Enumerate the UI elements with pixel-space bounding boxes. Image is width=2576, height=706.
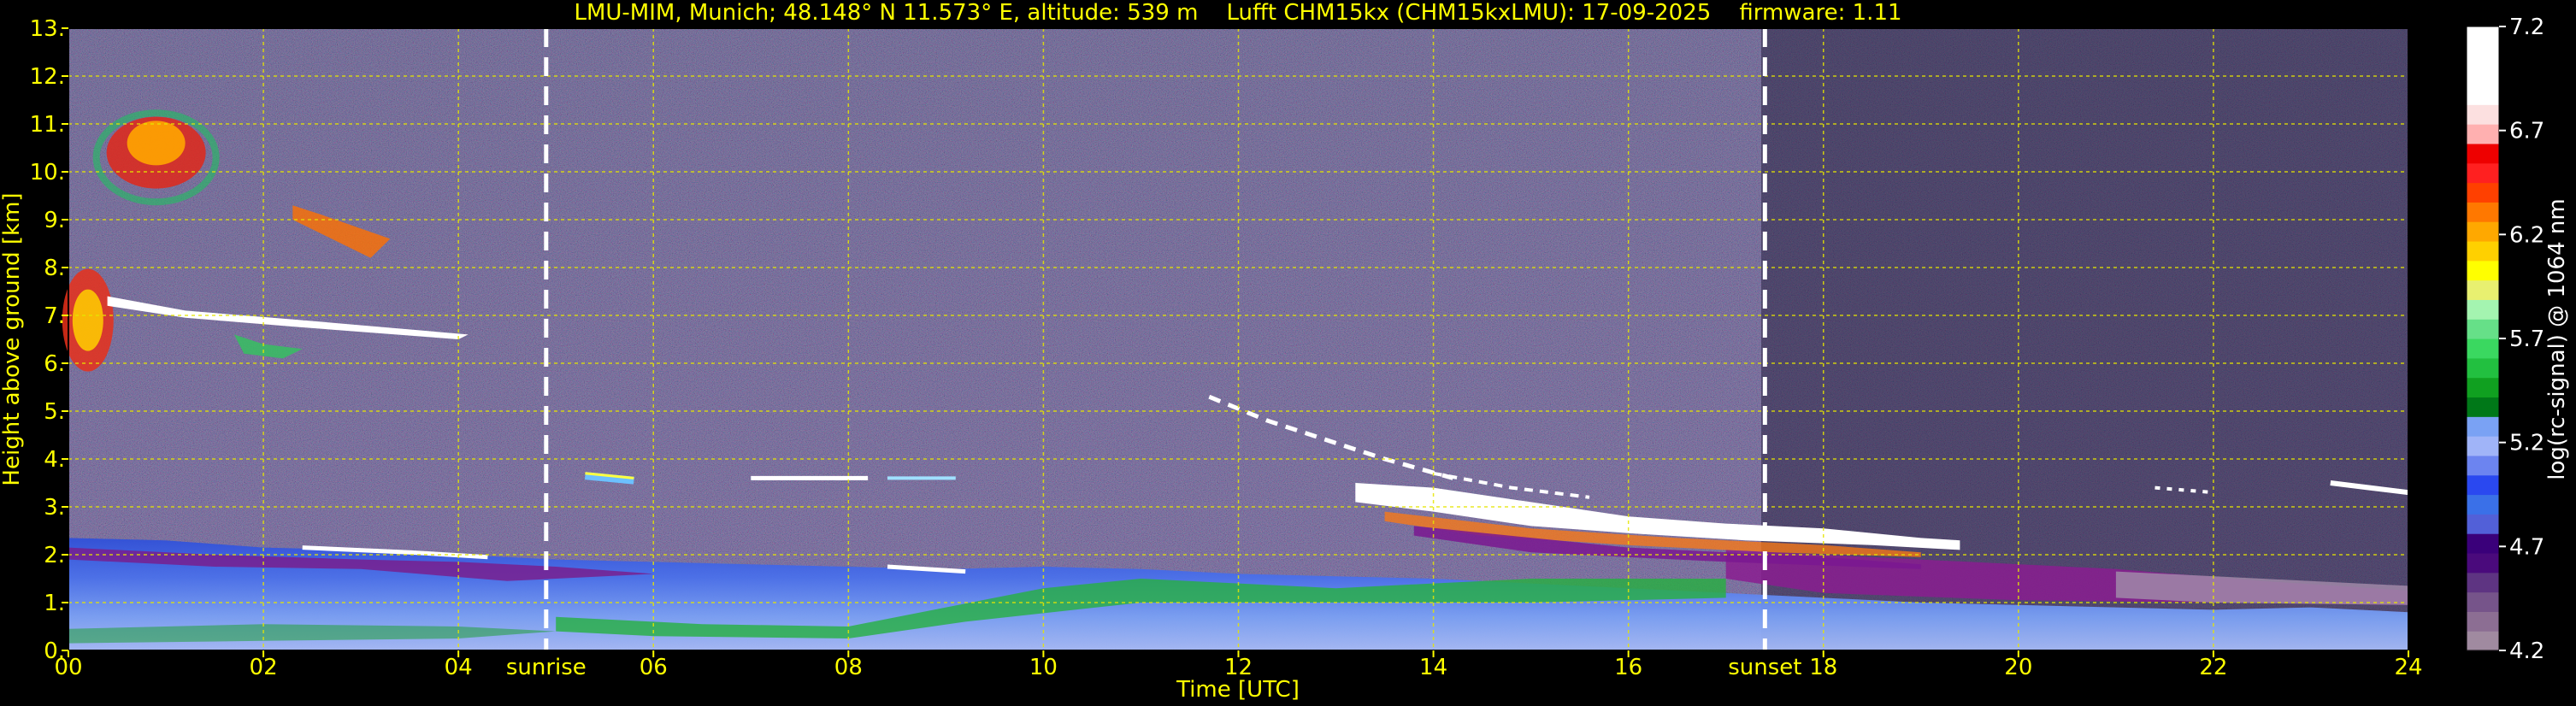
colorbar-segment <box>2467 338 2499 359</box>
colorbar-segment <box>2467 260 2499 281</box>
x-tick-label: 10 <box>1029 655 1058 680</box>
colorbar-segment <box>2467 552 2499 574</box>
colorbar-segment <box>2467 45 2499 67</box>
x-tick-label: 14 <box>1419 655 1447 680</box>
colorbar-segment <box>2467 455 2499 476</box>
y-tick-label: 1. <box>44 591 65 616</box>
y-tick-label: 9. <box>44 208 65 233</box>
x-tick-label: 16 <box>1614 655 1642 680</box>
colorbar-tick-label: 6.2 <box>2509 222 2544 248</box>
colorbar-segment <box>2467 65 2499 86</box>
colorbar-segment <box>2467 591 2499 612</box>
x-axis: 00 02 04 06 08 10 12 14 16 18 20 22 24 <box>54 650 2423 680</box>
x-tick-label: 08 <box>834 655 863 680</box>
sun-marker-label: sunset <box>1728 655 1801 680</box>
colorbar-segment <box>2467 611 2499 632</box>
colorbar-segment <box>2467 162 2499 184</box>
x-tick-label: 24 <box>2394 655 2422 680</box>
colorbar-segment <box>2467 240 2499 262</box>
x-tick-label: 04 <box>445 655 473 680</box>
colorbar-segment <box>2467 221 2499 242</box>
colorbar-segment <box>2467 397 2499 417</box>
colorbar-label: log(rc-signal) @ 1064 nm <box>2544 198 2570 479</box>
y-tick-label: 6. <box>44 351 65 377</box>
plot-area <box>62 27 2409 651</box>
x-tick-label: 22 <box>2199 655 2227 680</box>
colorbar-segment <box>2467 124 2499 144</box>
colorbar-segment <box>2467 143 2499 164</box>
y-axis: 0. 1. 2. 3. 4. 5. 6. 7. 8. 9. 10. 11. 12. 13. <box>30 16 68 664</box>
colorbar-tick-label: 5.2 <box>2509 431 2544 456</box>
colorbar-segment <box>2467 631 2499 651</box>
x-tick-label: 06 <box>640 655 668 680</box>
colorbar-segment <box>2467 319 2499 339</box>
colorbar-segment <box>2467 299 2499 320</box>
y-tick-label: 5. <box>44 399 65 425</box>
colorbar-segment <box>2467 572 2499 593</box>
y-tick-label: 13. <box>30 16 65 42</box>
y-tick-label: 8. <box>44 256 65 281</box>
colorbar-segment <box>2467 85 2499 105</box>
y-axis-label: Height above ground [km] <box>0 192 25 485</box>
colorbar-segment <box>2467 436 2499 456</box>
y-tick-label: 0. <box>44 638 65 664</box>
colorbar-segment <box>2467 514 2499 534</box>
ceilometer-chart: 00 02 04 06 08 10 12 14 16 18 20 22 24 0.1.2.3.4.5.6… <box>0 0 2570 703</box>
x-tick-label: 20 <box>2004 655 2032 680</box>
y-tick-label: 7. <box>44 303 65 329</box>
colorbar-tick-label: 7.2 <box>2509 15 2544 40</box>
colorbar-segment <box>2467 182 2499 203</box>
colorbar-segment <box>2467 279 2499 300</box>
y-tick-label: 2. <box>44 543 65 568</box>
colorbar-segment <box>2467 474 2499 496</box>
cirrus-core-inner <box>127 121 186 166</box>
colorbar-segment <box>2467 202 2499 222</box>
y-tick-label: 3. <box>44 495 65 521</box>
colorbar-segment <box>2467 357 2499 379</box>
x-axis-label: Time [UTC] <box>1176 677 1300 703</box>
chart-title: LMU-MIM, Munich; 48.148° N 11.573° E, al… <box>574 0 1901 26</box>
y-tick-label: 11. <box>30 112 65 138</box>
colorbar-segment <box>2467 377 2499 398</box>
colorbar-segment <box>2467 533 2499 554</box>
y-tick-label: 4. <box>44 447 65 473</box>
colorbar-tick-label: 5.7 <box>2509 327 2544 352</box>
colorbar-segment <box>2467 494 2499 515</box>
colorbar-segment <box>2467 26 2499 47</box>
cirrus-low-inner <box>72 289 103 351</box>
x-tick-label: 18 <box>1809 655 1837 680</box>
x-tick-label: 02 <box>250 655 278 680</box>
y-tick-label: 10. <box>30 160 65 185</box>
colorbar-tick-label: 6.7 <box>2509 119 2544 144</box>
y-tick-label: 12. <box>30 64 65 90</box>
colorbar-segment <box>2467 104 2499 125</box>
colorbar-segment <box>2467 416 2499 437</box>
colorbar: 4.2 4.7 5.2 5.7 6.2 6.7 7.2 <box>2466 15 2544 664</box>
colorbar-tick-label: 4.7 <box>2509 534 2544 560</box>
sun-marker-label: sunrise <box>506 655 587 680</box>
colorbar-tick-label: 4.2 <box>2509 638 2544 664</box>
